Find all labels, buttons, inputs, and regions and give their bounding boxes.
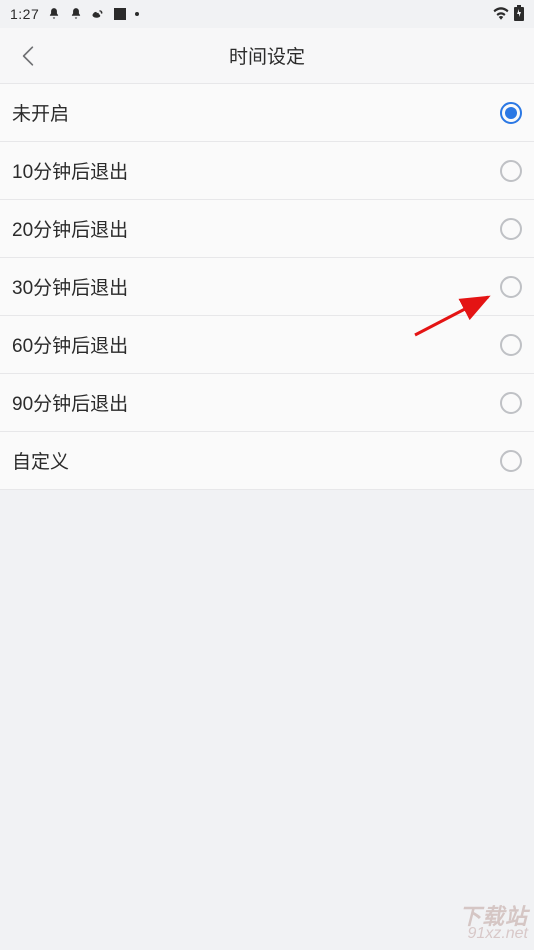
notification-icon-2 [68, 7, 83, 22]
options-list: 未开启 10分钟后退出 20分钟后退出 30分钟后退出 60分钟后退出 90分钟… [0, 84, 534, 490]
option-label: 未开启 [12, 99, 69, 126]
weibo-icon [90, 7, 105, 22]
battery-icon [514, 5, 524, 24]
option-not-enabled[interactable]: 未开启 [0, 84, 534, 142]
back-button[interactable] [10, 38, 46, 74]
option-custom[interactable]: 自定义 [0, 432, 534, 490]
option-label: 60分钟后退出 [12, 331, 128, 358]
radio-unselected [500, 160, 522, 182]
notification-icon-1 [46, 7, 61, 22]
status-time: 1:27 [10, 6, 39, 22]
option-label: 10分钟后退出 [12, 157, 128, 184]
option-20min[interactable]: 20分钟后退出 [0, 200, 534, 258]
status-right [492, 5, 524, 24]
radio-unselected [500, 276, 522, 298]
option-label: 30分钟后退出 [12, 273, 128, 300]
status-bar: 1:27 [0, 0, 534, 28]
radio-unselected [500, 334, 522, 356]
radio-unselected [500, 218, 522, 240]
status-left: 1:27 [10, 6, 140, 22]
watermark: 下载站 91xz.net [459, 906, 528, 942]
option-label: 20分钟后退出 [12, 215, 128, 242]
square-icon [112, 7, 127, 22]
radio-unselected [500, 450, 522, 472]
dot-icon [134, 7, 140, 22]
watermark-line2: 91xz.net [459, 926, 528, 942]
header: 时间设定 [0, 28, 534, 84]
option-60min[interactable]: 60分钟后退出 [0, 316, 534, 374]
wifi-icon [492, 6, 510, 23]
option-90min[interactable]: 90分钟后退出 [0, 374, 534, 432]
option-label: 90分钟后退出 [12, 389, 128, 416]
option-30min[interactable]: 30分钟后退出 [0, 258, 534, 316]
option-10min[interactable]: 10分钟后退出 [0, 142, 534, 200]
radio-unselected [500, 392, 522, 414]
chevron-left-icon [21, 45, 35, 67]
option-label: 自定义 [12, 447, 69, 474]
page-title: 时间设定 [0, 42, 534, 69]
radio-selected [500, 102, 522, 124]
